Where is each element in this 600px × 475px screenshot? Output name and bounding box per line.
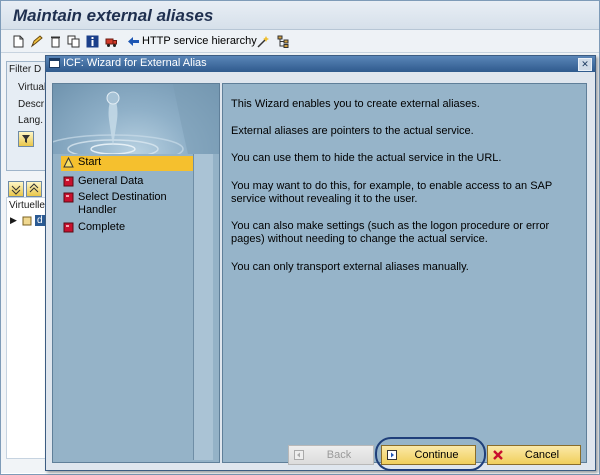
tree-node[interactable]: d: [35, 215, 45, 226]
delete-icon: [51, 36, 60, 47]
step-label: Start: [78, 156, 102, 168]
expand-all-button[interactable]: [8, 181, 24, 197]
back-page-icon: [294, 450, 304, 460]
continue-highlight-ring: [375, 437, 486, 471]
warning-triangle-icon: [63, 157, 74, 168]
step-label: Complete: [78, 221, 126, 233]
virtual-label: Virtual: [18, 82, 47, 93]
filter-label: Filter D: [9, 64, 42, 75]
info-button[interactable]: [86, 33, 99, 49]
water-drop-image: [53, 84, 219, 154]
page-title: Maintain external aliases: [13, 6, 214, 25]
wizard-steps-panel: Start General Data Select Destination Ha…: [52, 83, 220, 463]
toolbar: HTTP service hierarchy: [1, 30, 599, 53]
step-list: Start General Data Select Destination Ha…: [59, 154, 195, 460]
example-paragraph: You may want to do this, for example, to…: [231, 180, 553, 205]
descr-label: Descr: [18, 99, 45, 110]
step-label: Select Destination Handler: [78, 191, 167, 216]
app-title-bar: Maintain external aliases: [1, 1, 599, 30]
tree-expand-arrow-icon[interactable]: ▶: [10, 215, 17, 226]
red-square-icon: [63, 192, 74, 203]
step-list-scrollbar[interactable]: [193, 154, 213, 460]
step-general-data[interactable]: General Data: [61, 175, 195, 188]
collapse-icon: [29, 183, 39, 193]
filter-execute-button[interactable]: [18, 131, 34, 147]
tree-header: Virtuelle: [9, 200, 45, 211]
transport-icon: [105, 38, 117, 47]
dialog-title: ICF: Wizard for External Alias: [63, 57, 207, 69]
edit-icon: [30, 34, 43, 47]
close-button[interactable]: ✕: [578, 58, 592, 71]
wand-button[interactable]: [257, 33, 270, 49]
wizard-content-panel: This Wizard enables you to create extern…: [222, 83, 587, 463]
wand-icon: [257, 35, 269, 48]
http-hierarchy-button[interactable]: HTTP service hierarchy: [127, 33, 257, 49]
definition-paragraph: External aliases are pointers to the act…: [231, 125, 474, 137]
folder-icon: [22, 216, 32, 226]
red-square-icon: [63, 176, 74, 187]
red-square-icon: [63, 222, 74, 233]
cancel-button[interactable]: Cancel: [487, 445, 581, 465]
step-complete[interactable]: Complete: [61, 221, 195, 234]
hide-service-paragraph: You can use them to hide the actual serv…: [231, 152, 502, 164]
close-icon: ✕: [581, 59, 589, 69]
create-icon: [13, 35, 24, 47]
settings-paragraph: You can also make settings (such as the …: [231, 220, 550, 245]
back-button[interactable]: Back: [288, 445, 374, 465]
step-label: General Data: [78, 175, 144, 187]
copy-button[interactable]: [67, 33, 80, 49]
http-hierarchy-label: HTTP service hierarchy: [142, 35, 257, 47]
back-arrow-icon: [128, 36, 139, 46]
dialog-title-bar: ICF: Wizard for External Alias ✕: [46, 56, 595, 72]
transport-paragraph: You can only transport external aliases …: [231, 261, 469, 273]
cancel-label: Cancel: [524, 449, 560, 461]
lang-label: Lang.: [18, 115, 44, 126]
dialog-window-icon: [49, 58, 60, 68]
create-button[interactable]: [12, 33, 25, 49]
collapse-all-button[interactable]: [26, 181, 42, 197]
delete-button[interactable]: [49, 33, 62, 49]
cancel-x-icon: [493, 450, 503, 460]
edit-button[interactable]: [30, 33, 43, 49]
step-start[interactable]: Start: [61, 156, 195, 171]
funnel-icon: [22, 135, 30, 143]
expand-icon: [11, 185, 21, 195]
copy-icon: [67, 35, 80, 47]
info-icon: [86, 35, 99, 47]
step-select-destination-handler[interactable]: Select Destination Handler: [61, 191, 195, 217]
wizard-dialog: ICF: Wizard for External Alias ✕ Start G…: [45, 55, 596, 471]
hierarchy-icon: [277, 35, 289, 48]
transport-button[interactable]: [105, 33, 118, 49]
back-label: Back: [326, 449, 352, 461]
intro-paragraph: This Wizard enables you to create extern…: [231, 98, 480, 110]
hierarchy-button[interactable]: [277, 33, 290, 49]
